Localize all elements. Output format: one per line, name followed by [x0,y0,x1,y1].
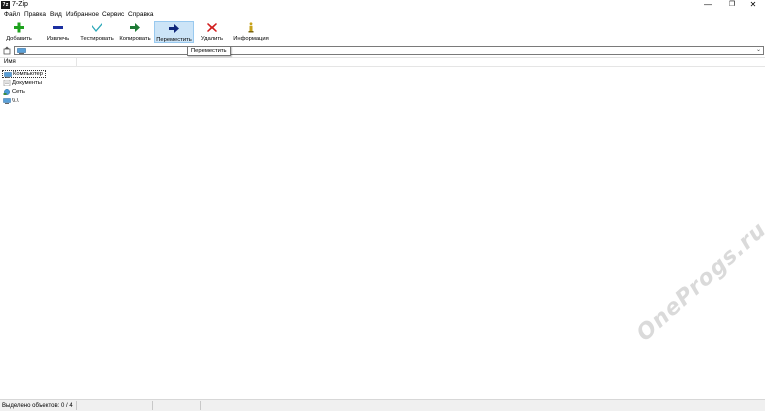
info-icon [248,22,254,33]
add-button[interactable]: Добавить [4,21,34,43]
status-divider [76,401,77,410]
list-item-label: Документы [12,80,42,86]
move-arrow-icon [169,24,179,33]
menu-help[interactable]: Справка [128,11,154,19]
status-divider [152,401,153,410]
status-divider [200,401,201,410]
test-button-label: Тестировать [80,36,114,42]
info-button[interactable]: Информация [232,21,270,43]
list-item-network[interactable]: Сеть [2,88,27,96]
drive-icon [3,98,11,104]
list-item-label: \\.\ [12,98,19,104]
close-button[interactable]: ✕ [742,0,764,10]
copy-arrow-icon [130,23,140,32]
menu-view[interactable]: Вид [50,11,62,19]
title-bar: 7z 7-Zip — ❐ ✕ [0,0,765,10]
documents-icon [3,80,11,86]
file-list[interactable]: Имя Компьютер Документы Сеть \\.\ [0,57,765,398]
network-icon [3,89,10,95]
move-button[interactable]: Переместить [154,21,194,43]
folder-up-icon[interactable] [2,46,12,55]
list-item-label: Компьютер [13,71,44,77]
delete-button-label: Удалить [200,36,224,42]
extract-button[interactable]: Извлечь [44,21,72,43]
path-input[interactable]: ⌄ [14,46,764,55]
column-header-name[interactable]: Имя [0,58,77,67]
plus-icon [14,22,24,33]
menu-file[interactable]: Файл [4,11,20,19]
copy-button-label: Копировать [119,36,151,42]
computer-icon [4,72,12,78]
move-tooltip: Переместить [187,46,231,56]
check-icon [92,23,102,32]
address-bar: ⌄ [0,45,765,56]
info-button-label: Информация [233,36,269,42]
minus-icon [53,26,63,29]
menu-edit[interactable]: Правка [24,11,46,19]
delete-x-icon [207,23,217,32]
computer-icon [17,48,26,54]
copy-button[interactable]: Копировать [117,21,153,43]
status-bar: Выделено объектов: 0 / 4 [0,399,765,411]
list-item-device-root[interactable]: \\.\ [2,97,20,105]
chevron-down-icon[interactable]: ⌄ [756,46,761,53]
selection-count: Выделено объектов: 0 / 4 [2,403,73,409]
test-button[interactable]: Тестировать [79,21,115,43]
add-button-label: Добавить [6,36,32,42]
toolbar: Добавить Извлечь Тестировать Копировать … [0,20,765,44]
menu-tools[interactable]: Сервис [102,11,124,19]
delete-button[interactable]: Удалить [199,21,225,43]
list-item-label: Сеть [12,89,25,95]
list-item-documents[interactable]: Документы [2,79,44,87]
list-item-computer[interactable]: Компьютер [2,70,47,78]
minimize-button[interactable]: — [697,0,719,10]
window-title: 7-Zip [12,1,28,8]
menu-bar: Файл Правка Вид Избранное Сервис Справка [0,10,765,20]
restore-button[interactable]: ❐ [721,0,743,10]
app-logo-icon: 7z [1,1,10,9]
move-button-label: Переместить [156,37,192,43]
column-header-row: Имя [0,58,765,67]
menu-favorites[interactable]: Избранное [66,11,99,19]
extract-button-label: Извлечь [46,36,70,42]
